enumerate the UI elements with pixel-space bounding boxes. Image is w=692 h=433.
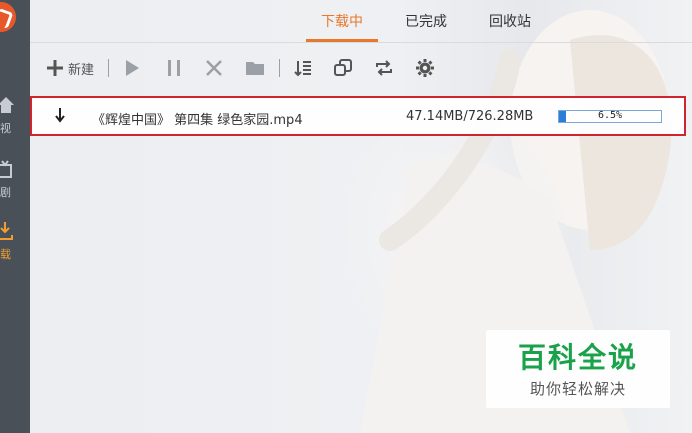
toolbar-separator [279, 59, 281, 77]
tab-downloading[interactable]: 下载中 [300, 0, 384, 42]
main-panel: 下载中 已完成 回收站 新建 《辉煌中国》 第四集 绿色家园.mp4 47.14… [30, 0, 692, 433]
copy-icon [334, 59, 353, 76]
plus-icon [47, 60, 63, 76]
list-icon [294, 61, 312, 77]
settings-button[interactable] [416, 54, 435, 82]
task-filename: 《辉煌中国》 第四集 绿色家园.mp4 [92, 113, 303, 128]
download-icon [0, 222, 13, 240]
home-icon [0, 97, 14, 113]
sidebar: 视 剧 载 [0, 0, 30, 433]
start-button[interactable] [123, 54, 141, 82]
toolbar-separator [108, 59, 110, 77]
refresh-icon [376, 60, 393, 76]
pause-icon [168, 60, 181, 76]
watermark: 百科全说 助你轻松解决 [486, 330, 670, 408]
sidebar-item-download[interactable]: 载 [0, 218, 30, 266]
toolbar: 新建 [46, 54, 435, 82]
new-task-label: 新建 [68, 62, 95, 78]
gear-icon [416, 59, 435, 77]
copy-link-button[interactable] [334, 54, 353, 82]
task-progress-bar: 6.5% [558, 110, 662, 123]
tab-completed[interactable]: 已完成 [384, 0, 468, 42]
sidebar-item-home[interactable]: 视 [0, 92, 30, 140]
open-folder-button[interactable] [245, 54, 265, 82]
downloading-arrow-icon [55, 108, 65, 123]
pause-button[interactable] [165, 54, 183, 82]
tab-divider [30, 42, 692, 43]
play-icon [126, 60, 140, 76]
sidebar-item-label: 载 [0, 248, 11, 261]
sort-button[interactable] [294, 54, 312, 82]
folder-icon [246, 62, 265, 75]
watermark-title: 百科全说 [517, 341, 638, 374]
sidebar-item-label: 剧 [0, 186, 11, 199]
sidebar-item-label: 视 [0, 122, 11, 135]
download-task-row[interactable]: 《辉煌中国》 第四集 绿色家园.mp4 47.14MB/726.28MB 6.5… [30, 96, 686, 136]
tab-recycle-bin[interactable]: 回收站 [468, 0, 552, 42]
close-icon [206, 60, 222, 76]
tab-bar: 下载中 已完成 回收站 [300, 0, 552, 42]
tv-icon [0, 160, 12, 178]
task-size: 47.14MB/726.28MB [406, 109, 534, 124]
retry-button[interactable] [374, 54, 394, 82]
new-task-button[interactable]: 新建 [46, 54, 94, 82]
app-logo [0, 2, 16, 32]
watermark-subtitle: 助你轻松解决 [529, 380, 626, 398]
task-progress-text: 6.5% [597, 110, 623, 121]
sidebar-item-tv[interactable]: 剧 [0, 156, 30, 204]
delete-button[interactable] [205, 54, 223, 82]
